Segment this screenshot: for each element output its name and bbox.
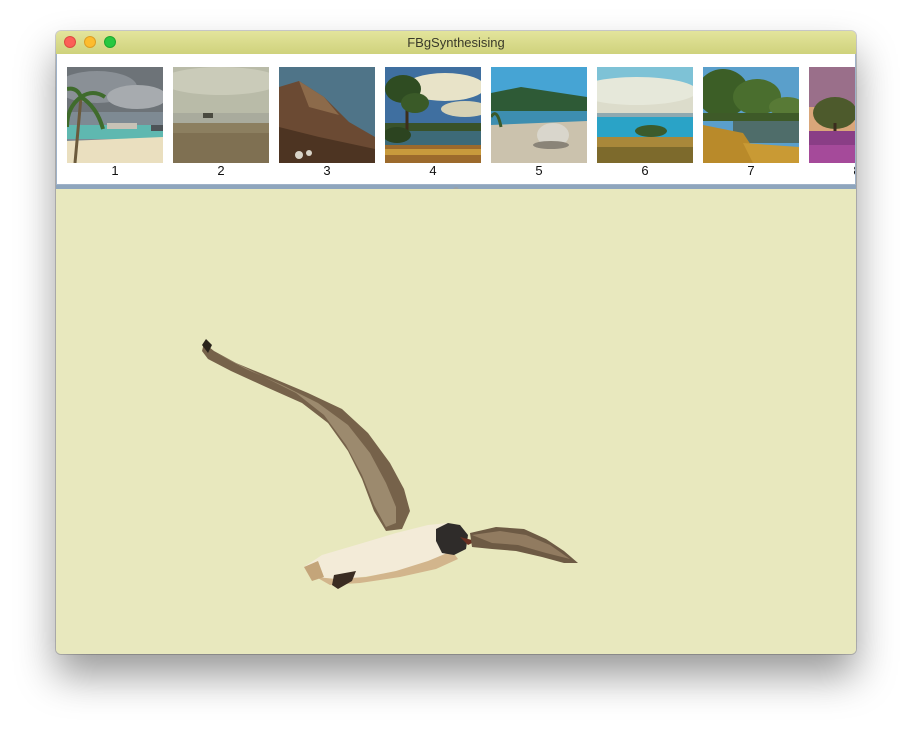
app-window: FBgSynthesising 1 2 3 4 5 6 7 — [56, 31, 856, 654]
thumbnail-image-lake-tree[interactable] — [385, 67, 481, 163]
thumbnail-image-beach[interactable] — [67, 67, 163, 163]
window-title: FBgSynthesising — [407, 35, 505, 50]
synthesis-canvas[interactable] — [56, 189, 856, 654]
thumbnail-2[interactable]: 2 — [173, 67, 269, 179]
thumbnail-image-shore[interactable] — [173, 67, 269, 163]
thumbnail-4[interactable]: 4 — [385, 67, 481, 179]
thumbnail-5[interactable]: 5 — [491, 67, 587, 179]
thumbnail-8[interactable]: 8 — [809, 67, 855, 179]
thumbnail-label: 8 — [809, 163, 855, 179]
title-bar[interactable]: FBgSynthesising — [56, 31, 856, 55]
thumbnail-image-pond-trees[interactable] — [703, 67, 799, 163]
thumbnail-image-sunset-tree[interactable] — [809, 67, 855, 163]
thumbnail-label: 1 — [111, 163, 119, 178]
thumbnail-label: 6 — [641, 163, 649, 178]
thumbnail-label: 2 — [217, 163, 225, 178]
thumbnail-image-rock-shore[interactable] — [491, 67, 587, 163]
thumbnail-7[interactable]: 7 — [703, 67, 799, 179]
thumbnail-label: 4 — [429, 163, 437, 178]
thumbnail-image-cliff[interactable] — [279, 67, 375, 163]
thumbnail-label: 7 — [747, 163, 755, 178]
thumbnail-1[interactable]: 1 — [67, 67, 163, 179]
thumbnail-6[interactable]: 6 — [597, 67, 693, 179]
thumbnail-image-turquoise-sea[interactable] — [597, 67, 693, 163]
thumbnail-label: 3 — [323, 163, 331, 178]
thumbnail-3[interactable]: 3 — [279, 67, 375, 179]
gull-image — [202, 339, 578, 589]
thumbnail-label: 5 — [535, 163, 543, 178]
thumbnail-strip[interactable]: 1 2 3 4 5 6 7 — [56, 54, 856, 185]
